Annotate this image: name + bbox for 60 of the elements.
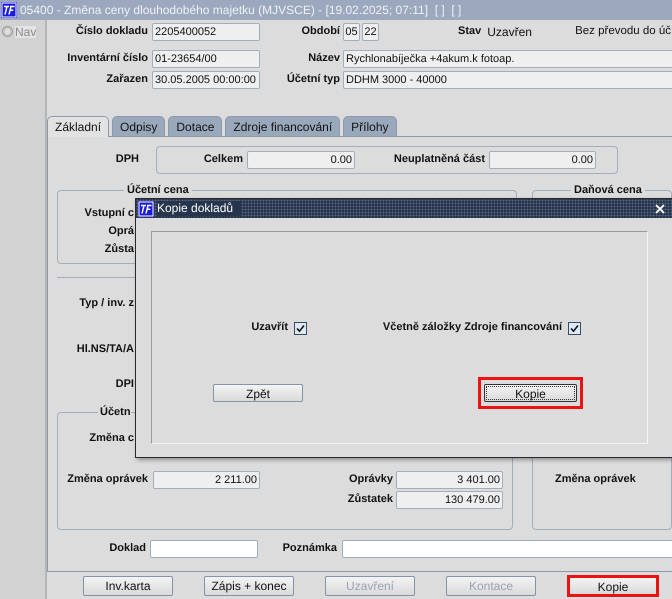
field-label: Poznámka (282, 542, 337, 556)
radio-label: Nav (15, 26, 36, 38)
checkbox-label: Uzavřít (251, 321, 288, 335)
field-label: Hl.NS/TA/A (76, 343, 134, 357)
field-label: Stav (458, 25, 482, 39)
radio-button[interactable] (2, 26, 13, 37)
field-label: Oprá (108, 225, 134, 239)
field-label: Oprávky (348, 473, 393, 487)
field-label: Doklad (109, 542, 146, 556)
tab[interactable]: Dotace (168, 116, 222, 136)
tab[interactable]: Odpisy (112, 116, 166, 136)
button[interactable]: Kopie (484, 384, 577, 402)
checkbox[interactable] (294, 322, 307, 334)
field-label: Typ / inv. z (79, 297, 134, 311)
input-field[interactable]: 01-23654/00 (152, 50, 260, 68)
field-label: DPH (116, 153, 139, 167)
input-field[interactable] (150, 540, 258, 558)
input-field[interactable]: 2205400052 (152, 23, 260, 41)
field-label: Vstupní c (84, 207, 134, 221)
field-label: Změna c (89, 432, 134, 446)
input-field[interactable]: 130 479.00 (396, 491, 503, 509)
status-text: Uzavřen (487, 24, 532, 40)
button[interactable]: Zpět (213, 384, 303, 402)
input-field[interactable]: Rychlonabíječka +4akum.k fotoap. (343, 50, 672, 68)
field-label: Zůsta (104, 243, 134, 257)
field-label: Název (308, 52, 340, 66)
input-field[interactable]: 05 (343, 23, 360, 41)
button[interactable]: Zápis + konec (204, 576, 294, 596)
field-label: Zařazen (106, 73, 148, 87)
field-label: DPI (116, 378, 134, 392)
input-field[interactable]: 0.00 (247, 151, 355, 169)
app-logo-icon (138, 200, 154, 216)
checkbox[interactable] (568, 322, 581, 334)
field-label: Číslo dokladu (76, 25, 148, 39)
input-field[interactable]: 3 401.00 (396, 471, 503, 489)
tab[interactable]: Přílohy (343, 116, 397, 136)
button[interactable]: Kopie (567, 575, 659, 597)
dialog-title: Kopie dokladů (157, 201, 242, 216)
field-label: Zůstatek (348, 493, 393, 507)
app-logo-icon (1, 2, 17, 18)
field-label: Změna oprávek (555, 473, 636, 487)
close-icon[interactable] (655, 204, 665, 214)
checkbox-label: Včetně záložky Zdroje financování (382, 321, 562, 335)
input-field[interactable]: 30.05.2005 00:00:00 (152, 71, 260, 89)
input-field[interactable]: DDHM 3000 - 40000 (343, 71, 672, 89)
field-label: Účetní typ (286, 73, 340, 87)
tab[interactable]: Zdroje financování (225, 116, 340, 136)
note-text: Bez převodu do úč (575, 25, 672, 39)
field-label: Neuplatněná část (394, 153, 485, 167)
input-field[interactable]: 2 211.00 (153, 471, 260, 489)
field-label: Změna oprávek (67, 473, 148, 487)
window-title: 05400 - Změna ceny dlouhodobého majetku (MJVSCE) - [19.02.2025; 07:11] [ ] [ ] (20, 2, 462, 18)
input-field[interactable] (342, 540, 672, 558)
tab[interactable]: Základní (47, 116, 110, 137)
field-label: Celkem (204, 153, 243, 167)
input-field[interactable]: 0.00 (489, 151, 596, 169)
button[interactable]: Inv.karta (83, 576, 173, 596)
field-label: Období (302, 25, 340, 39)
input-field[interactable]: 22 (362, 23, 379, 41)
field-label: Inventární číslo (67, 52, 148, 66)
